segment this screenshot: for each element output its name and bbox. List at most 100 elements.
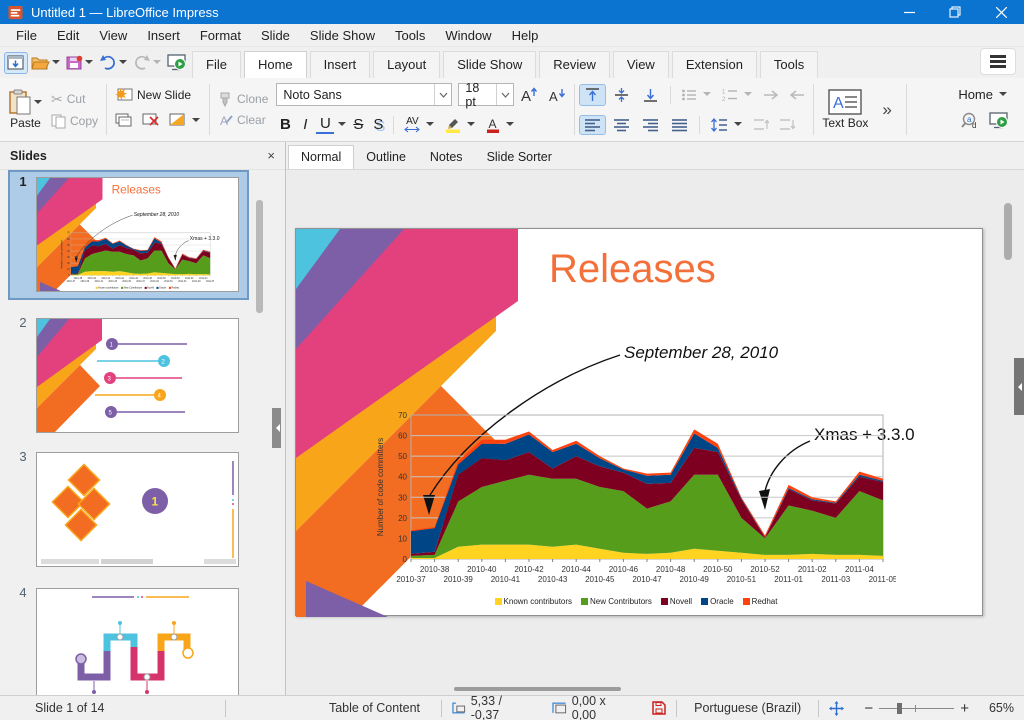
- zoom-slider-thumb[interactable]: [897, 703, 902, 714]
- slide-thumbnail-1[interactable]: 1 Releases September 28, 2010 Xmas + 3.3…: [10, 172, 247, 298]
- font-color-dropdown[interactable]: [506, 122, 514, 130]
- slide-layout-dropdown[interactable]: [192, 118, 200, 126]
- slide-thumbnail-2[interactable]: 2 1 2 3 4 5: [10, 313, 247, 439]
- view-tab-normal[interactable]: Normal: [288, 145, 354, 169]
- canvas-horizontal-scrollbar[interactable]: [454, 687, 621, 691]
- font-name-combobox[interactable]: Noto Sans: [276, 83, 452, 106]
- font-size-combobox[interactable]: 18 pt: [458, 83, 514, 106]
- toolbar-overflow-button[interactable]: »: [872, 80, 901, 139]
- menu-slide-show[interactable]: Slide Show: [300, 26, 385, 45]
- slide-layout-button[interactable]: [165, 111, 205, 129]
- annotation-date[interactable]: September 28, 2010: [624, 343, 778, 363]
- line-spacing-dropdown[interactable]: [734, 122, 742, 130]
- slide-thumbnail-4[interactable]: 4: [10, 583, 247, 695]
- align-top-button[interactable]: [579, 84, 606, 106]
- strikethrough-button[interactable]: S: [349, 116, 367, 133]
- unsaved-changes-indicator[interactable]: [642, 701, 676, 715]
- find-replace-button[interactable]: a d: [957, 110, 983, 131]
- italic-button[interactable]: I: [296, 116, 314, 133]
- ribbon-tab-tools[interactable]: Tools: [760, 51, 818, 78]
- open-dropdown[interactable]: [52, 60, 60, 68]
- decrease-para-spacing-button[interactable]: [775, 116, 799, 133]
- context-selector[interactable]: Home: [954, 85, 1012, 104]
- menu-edit[interactable]: Edit: [47, 26, 89, 45]
- start-slideshow-button[interactable]: [165, 52, 188, 73]
- close-button[interactable]: [978, 0, 1024, 24]
- object-size[interactable]: 0,00 x 0,00: [542, 694, 642, 720]
- align-left-button[interactable]: [579, 115, 606, 135]
- slide-1-editing-area[interactable]: Releases September 28, 2010 Xmas + 3.3.0…: [295, 228, 983, 616]
- slide-1-editing-area[interactable]: Releases September 28, 2010 Xmas + 3.3.0…: [37, 178, 239, 292]
- cut-button[interactable]: ✂ Cut: [47, 89, 102, 110]
- menu-window[interactable]: Window: [435, 26, 501, 45]
- delete-slide-button[interactable]: [138, 111, 163, 129]
- redo-dropdown[interactable]: [153, 60, 161, 68]
- undo-dropdown[interactable]: [119, 60, 127, 68]
- menu-insert[interactable]: Insert: [137, 26, 190, 45]
- underline-dropdown[interactable]: [338, 122, 346, 130]
- menu-view[interactable]: View: [89, 26, 137, 45]
- ribbon-tab-extension[interactable]: Extension: [672, 51, 757, 78]
- line-spacing-button[interactable]: [706, 116, 747, 134]
- promote-button[interactable]: [785, 87, 809, 103]
- numbered-list-button[interactable]: 12: [718, 86, 757, 104]
- cursor-position[interactable]: 5,33 / -0,37: [442, 694, 542, 720]
- shadow-button[interactable]: S: [369, 116, 387, 133]
- character-spacing-button[interactable]: AV: [400, 115, 439, 135]
- slide-title[interactable]: Releases: [549, 247, 716, 292]
- align-vcenter-button[interactable]: [608, 84, 635, 106]
- view-tab-outline[interactable]: Outline: [354, 146, 418, 169]
- align-justify-button[interactable]: [666, 115, 693, 135]
- layout-name[interactable]: Table of Content: [319, 701, 441, 715]
- slide-thumbnail-3[interactable]: 3 1: [10, 447, 247, 573]
- sidebar-show-handle[interactable]: [1014, 358, 1024, 415]
- language-selector[interactable]: Portuguese (Brazil): [677, 701, 819, 715]
- align-bottom-button[interactable]: [637, 84, 664, 106]
- fit-slide-button[interactable]: [819, 701, 854, 716]
- increase-para-spacing-button[interactable]: [749, 116, 773, 133]
- slides-panel-scrollbar[interactable]: [256, 200, 263, 313]
- clone-formatting-button[interactable]: Clone: [214, 90, 272, 109]
- clear-formatting-button[interactable]: A Clear: [214, 111, 272, 130]
- bold-button[interactable]: B: [276, 116, 294, 133]
- copy-button[interactable]: Copy: [47, 112, 102, 131]
- font-size-dropdown[interactable]: [496, 84, 513, 105]
- restore-button[interactable]: [932, 0, 978, 24]
- ribbon-tab-insert[interactable]: Insert: [310, 51, 371, 78]
- new-slide-button[interactable]: New Slide: [111, 85, 205, 104]
- redo-button[interactable]: [131, 53, 164, 73]
- context-dropdown[interactable]: [999, 92, 1007, 100]
- font-name-dropdown[interactable]: [434, 84, 451, 105]
- undo-button[interactable]: [97, 53, 130, 73]
- paste-button[interactable]: Paste: [4, 80, 47, 139]
- shrink-font-button[interactable]: A: [544, 85, 570, 105]
- numbered-list-dropdown[interactable]: [744, 92, 752, 100]
- menu-hamburger-button[interactable]: [980, 48, 1016, 76]
- open-button[interactable]: [29, 53, 63, 73]
- align-right-button[interactable]: [637, 115, 664, 135]
- slides-panel-close-button[interactable]: ×: [267, 148, 275, 163]
- menubar-toggle-button[interactable]: [4, 52, 28, 74]
- panel-collapse-handle[interactable]: [272, 408, 281, 448]
- ribbon-tab-review[interactable]: Review: [539, 51, 610, 78]
- ribbon-tab-slide-show[interactable]: Slide Show: [443, 51, 536, 78]
- start-presentation-button[interactable]: [985, 110, 1012, 131]
- underline-button[interactable]: U: [316, 115, 334, 134]
- ribbon-tab-home[interactable]: Home: [244, 51, 307, 78]
- zoom-out-button[interactable]: −: [864, 700, 873, 717]
- insert-text-box-button[interactable]: A Text Box: [818, 80, 872, 139]
- font-color-button[interactable]: A: [482, 115, 519, 135]
- align-center-button[interactable]: [608, 115, 635, 135]
- menu-file[interactable]: File: [6, 26, 47, 45]
- slide-canvas[interactable]: Releases September 28, 2010 Xmas + 3.3.0…: [286, 170, 1024, 695]
- ribbon-tab-file[interactable]: File: [192, 51, 241, 78]
- highlight-dropdown[interactable]: [467, 122, 475, 130]
- slide-info[interactable]: Slide 1 of 14: [0, 701, 225, 715]
- view-tab-slide-sorter[interactable]: Slide Sorter: [475, 146, 564, 169]
- minimize-button[interactable]: [886, 0, 932, 24]
- ribbon-tab-view[interactable]: View: [613, 51, 669, 78]
- grow-font-button[interactable]: A: [516, 85, 542, 105]
- demote-button[interactable]: [759, 87, 783, 103]
- save-dropdown[interactable]: [85, 60, 93, 68]
- zoom-slider[interactable]: [879, 708, 954, 709]
